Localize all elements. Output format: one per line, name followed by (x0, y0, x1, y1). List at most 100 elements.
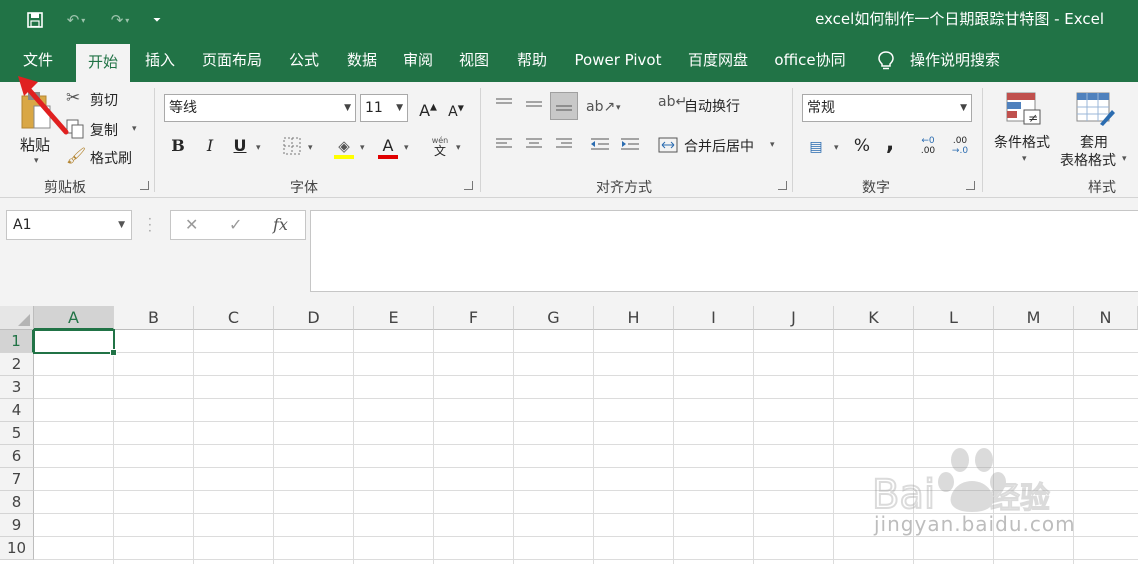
align-top-button[interactable] (490, 92, 518, 120)
underline-button[interactable]: U (226, 132, 254, 160)
number-launcher-icon[interactable] (966, 181, 975, 190)
active-cell[interactable] (33, 329, 117, 356)
increase-indent-button[interactable] (616, 132, 644, 160)
border-button[interactable] (278, 132, 306, 160)
increase-decimal-button[interactable]: ←0 .00 (914, 132, 942, 160)
enter-icon[interactable]: ✓ (229, 211, 242, 239)
save-button[interactable] (22, 0, 48, 40)
font-size-select[interactable]: 11 ▼ (360, 94, 408, 122)
decrease-font-button[interactable]: A▼ (442, 94, 470, 122)
wrap-text-button[interactable]: ab↵ 自动换行 (658, 94, 758, 118)
column-header-j[interactable]: J (754, 306, 834, 330)
row-header-2[interactable]: 2 (0, 353, 34, 376)
insert-function-icon[interactable]: fx (273, 211, 288, 239)
format-as-table-icon (1076, 92, 1115, 126)
column-header-i[interactable]: I (674, 306, 754, 330)
row-header-7[interactable]: 7 (0, 468, 34, 491)
customize-toolbar-button[interactable]: ⏷ (148, 0, 166, 40)
row-header-4[interactable]: 4 (0, 399, 34, 422)
watermark-url: jingyan.baidu.com (874, 512, 1076, 536)
row-header-1[interactable]: 1 (0, 330, 34, 353)
clipboard-launcher-icon[interactable] (140, 181, 149, 190)
font-name-value: 等线 (169, 100, 197, 116)
decrease-font-icon: A▼ (448, 103, 464, 120)
format-painter-button[interactable]: 🖌 格式刷 (66, 146, 142, 170)
font-size-value: 11 (365, 100, 383, 116)
fill-color-swatch (334, 155, 354, 159)
comma-button[interactable]: , (876, 130, 904, 158)
align-center-button[interactable] (520, 132, 548, 160)
name-box[interactable]: A1 ▼ (6, 210, 132, 240)
format-table-label-2: 表格格式 (1060, 153, 1116, 169)
decrease-indent-button[interactable] (586, 132, 614, 160)
column-header-a[interactable]: A (34, 306, 114, 330)
row-header-5[interactable]: 5 (0, 422, 34, 445)
chevron-down-icon: ▾ (308, 143, 313, 153)
alignment-launcher-icon[interactable] (778, 181, 787, 190)
column-header-f[interactable]: F (434, 306, 514, 330)
bold-button[interactable]: B (164, 132, 192, 160)
align-left-button[interactable] (490, 132, 518, 160)
align-left-icon (496, 138, 512, 148)
tab-formulas[interactable]: 公式 (282, 40, 326, 82)
row-header-3[interactable]: 3 (0, 376, 34, 399)
tab-data[interactable]: 数据 (340, 40, 384, 82)
increase-font-button[interactable]: A▲ (414, 94, 442, 122)
column-header-h[interactable]: H (594, 306, 674, 330)
column-header-e[interactable]: E (354, 306, 434, 330)
tab-help[interactable]: 帮助 (510, 40, 554, 82)
row-header-8[interactable]: 8 (0, 491, 34, 514)
orientation-icon: ab↗ (586, 99, 616, 115)
column-header-g[interactable]: G (514, 306, 594, 330)
copy-button[interactable]: 复制 ▾ (66, 118, 146, 142)
chevron-down-icon: ▾ (256, 143, 261, 153)
brush-icon: 🖌 (66, 146, 87, 165)
column-header-k[interactable]: K (834, 306, 914, 330)
column-header-n[interactable]: N (1074, 306, 1138, 330)
tab-page-layout[interactable]: 页面布局 (196, 40, 268, 82)
column-header-l[interactable]: L (914, 306, 994, 330)
cancel-icon[interactable]: ✕ (185, 211, 198, 239)
row-header-6[interactable]: 6 (0, 445, 34, 468)
format-as-table-button[interactable]: 套用 表格格式 ▾ (1060, 90, 1132, 174)
column-header-c[interactable]: C (194, 306, 274, 330)
fill-color-button[interactable]: ◈ (330, 132, 358, 160)
formula-input[interactable] (310, 210, 1138, 292)
phonetic-button[interactable]: wén 文 (426, 132, 454, 160)
align-bottom-button[interactable] (550, 92, 578, 120)
undo-button[interactable]: ↶ ▾ (58, 0, 94, 40)
tab-insert[interactable]: 插入 (138, 40, 182, 82)
tab-power-pivot[interactable]: Power Pivot (568, 40, 668, 82)
column-header-b[interactable]: B (114, 306, 194, 330)
column-header-m[interactable]: M (994, 306, 1074, 330)
tab-review[interactable]: 审阅 (396, 40, 440, 82)
select-all-button[interactable] (0, 306, 34, 330)
merge-center-label: 合并后居中 (684, 139, 754, 155)
svg-text:≠: ≠ (1028, 111, 1038, 125)
tell-me-search[interactable]: 操作说明搜索 (902, 40, 1008, 82)
chevron-down-icon: ▾ (616, 103, 621, 113)
row-header-10[interactable]: 10 (0, 537, 34, 560)
number-format-select[interactable]: 常规 ▼ (802, 94, 972, 122)
tab-home[interactable]: 开始 (76, 44, 130, 82)
orientation-button[interactable]: ab↗ (586, 92, 616, 120)
cut-button[interactable]: ✂ 剪切 (66, 88, 132, 112)
tab-office-collab[interactable]: office协同 (768, 40, 852, 82)
align-middle-button[interactable] (520, 92, 548, 120)
align-right-button[interactable] (550, 132, 578, 160)
resize-handle-icon[interactable]: · · · (148, 213, 152, 237)
tab-baidu-netdisk[interactable]: 百度网盘 (682, 40, 754, 82)
row-header-9[interactable]: 9 (0, 514, 34, 537)
italic-button[interactable]: I (196, 132, 224, 160)
redo-button[interactable]: ↷ ▾ (102, 0, 138, 40)
font-name-select[interactable]: 等线 ▼ (164, 94, 356, 122)
column-header-d[interactable]: D (274, 306, 354, 330)
font-launcher-icon[interactable] (464, 181, 473, 190)
decrease-decimal-button[interactable]: .00 →.0 (946, 132, 974, 160)
percent-button[interactable]: % (848, 132, 876, 160)
font-color-button[interactable]: A (374, 132, 402, 160)
conditional-formatting-button[interactable]: ≠ 条件格式 ▾ (990, 90, 1060, 174)
merge-center-button[interactable]: 合并后居中 ▾ (658, 134, 782, 158)
accounting-format-button[interactable]: ▤ (802, 132, 830, 160)
tab-view[interactable]: 视图 (452, 40, 496, 82)
